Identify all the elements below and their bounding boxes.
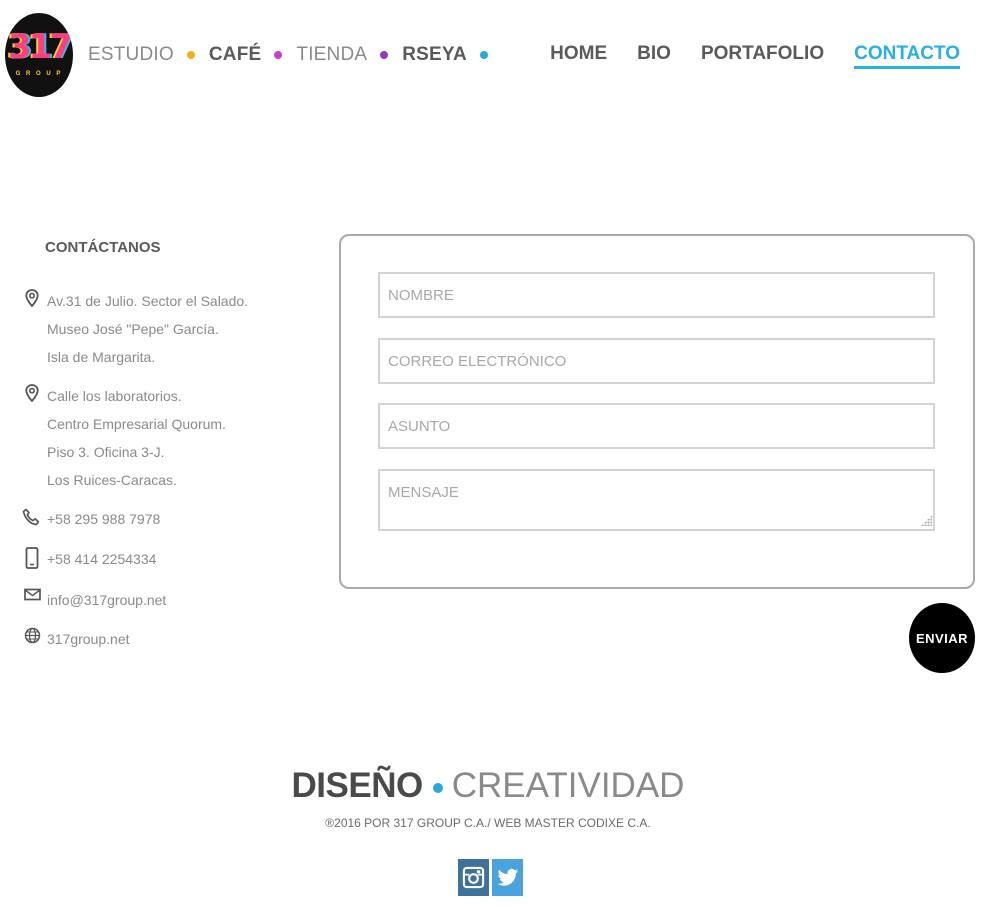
instagram-icon[interactable] — [458, 859, 489, 896]
footer-tagline: DISEÑO CREATIVIDAD — [0, 766, 976, 806]
brand-cafe[interactable]: CAFÉ — [209, 44, 262, 66]
nav-contact[interactable]: CONTACTO — [854, 43, 960, 69]
address-line: Piso 3. Oficina 3-J. — [47, 444, 165, 460]
tagline-light: CREATIVIDAD — [451, 766, 685, 805]
nav-home[interactable]: HOME — [550, 43, 607, 69]
globe-icon — [22, 625, 42, 647]
phone-number[interactable]: +58 295 988 7978 — [47, 505, 160, 533]
logo[interactable]: 317 G R O U P — [5, 13, 73, 97]
phone-row: +58 295 988 7978 — [22, 505, 160, 533]
message-textarea[interactable] — [378, 469, 935, 531]
brand-dot — [479, 51, 488, 59]
brand-dot — [186, 51, 195, 59]
address-block-2: Calle los laboratorios. Centro Empresari… — [22, 382, 226, 494]
brand-links: ESTUDIO CAFÉ TIENDA RSEYA — [88, 43, 502, 67]
twitter-icon[interactable] — [492, 859, 523, 896]
web-row: 317group.net — [22, 625, 130, 653]
address-line: Calle los laboratorios. — [47, 388, 182, 404]
website-link[interactable]: 317group.net — [47, 625, 130, 653]
mail-icon — [22, 586, 42, 608]
brand-estudio[interactable]: ESTUDIO — [88, 44, 174, 66]
email-link[interactable]: info@317group.net — [47, 586, 166, 614]
tagline-dot — [432, 782, 443, 793]
logo-subtitle: G R O U P — [15, 71, 63, 77]
nav-portfolio[interactable]: PORTAFOLIO — [701, 43, 824, 69]
address-line: Av.31 de Julio. Sector el Salado. — [47, 293, 249, 309]
name-input[interactable] — [378, 272, 935, 318]
email-row: info@317group.net — [22, 586, 166, 614]
address-block-1: Av.31 de Julio. Sector el Salado. Museo … — [22, 287, 248, 371]
social-links — [458, 859, 526, 896]
logo-number: 317 — [8, 27, 73, 67]
address-line: Centro Empresarial Quorum. — [47, 416, 226, 432]
address-line: Isla de Margarita. — [47, 349, 156, 365]
phone-icon — [22, 505, 42, 527]
map-pin-icon — [22, 287, 42, 309]
main-nav: HOME BIO PORTAFOLIO CONTACTO — [520, 43, 960, 69]
subject-input[interactable] — [378, 403, 935, 449]
address-line: Los Ruices-Caracas. — [47, 472, 177, 488]
mobile-number[interactable]: +58 414 2254334 — [47, 545, 156, 573]
mobile-icon — [22, 545, 42, 569]
address-line: Museo José "Pepe" García. — [47, 321, 219, 337]
contact-title: CONTÁCTANOS — [45, 239, 161, 256]
email-input[interactable] — [378, 338, 935, 384]
send-button[interactable]: ENVIAR — [909, 603, 975, 673]
brand-dot — [380, 51, 389, 59]
tagline-bold: DISEÑO — [291, 766, 424, 805]
nav-bio[interactable]: BIO — [637, 43, 671, 69]
mobile-row: +58 414 2254334 — [22, 545, 156, 573]
brand-rseya[interactable]: RSEYA — [402, 44, 467, 66]
copyright: ®2016 POR 317 GROUP C.A./ WEB MASTER COD… — [325, 816, 651, 830]
map-pin-icon — [22, 382, 42, 404]
brand-tienda[interactable]: TIENDA — [296, 44, 367, 66]
brand-dot — [274, 51, 283, 59]
